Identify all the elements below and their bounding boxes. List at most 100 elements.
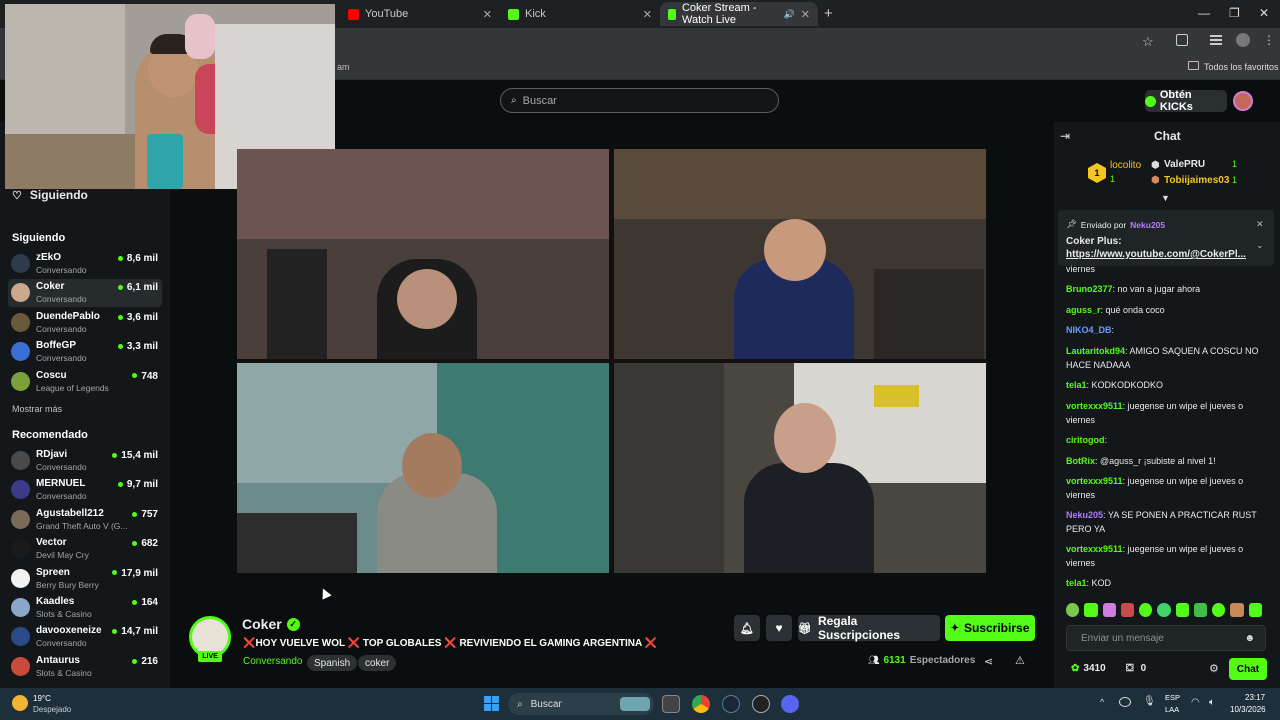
emoji-icon[interactable]: ☻ [1244,633,1255,644]
tray-chevron-icon[interactable]: ^ [1100,697,1104,707]
emote-icon[interactable] [1120,603,1135,617]
subscribe-button[interactable]: ✦ Suscribirse [945,615,1035,641]
sidebar-channel[interactable]: Antaurus Slots & Casino 216 [8,653,162,681]
sidebar-channel[interactable]: BoffeGP Conversando 3,3 mil [8,338,162,366]
taskbar-search[interactable]: ⌕ Buscar [508,693,654,715]
restore-icon[interactable]: ❐ [1229,6,1240,20]
emote-icon[interactable] [1248,603,1262,617]
all-bookmarks[interactable]: Todos los favoritos [1204,62,1279,72]
chrome-icon[interactable] [692,695,710,713]
video-player[interactable] [237,149,987,573]
pinned-link[interactable]: https://www.youtube.com/@CokerPl... [1066,249,1246,260]
chat-username[interactable]: vortexxx9511 [1066,544,1123,554]
sidebar-channel[interactable]: RDjavi Conversando 15,4 mil [8,447,162,475]
chat-input[interactable]: Enviar un mensaje ☻ [1066,625,1266,651]
tray-app-icon[interactable] [1119,697,1131,707]
sidebar-channel[interactable]: Spreen Berry Bury Berry 17,9 mil [8,565,162,593]
weather-icon[interactable] [12,695,28,711]
emote-icon[interactable] [1084,603,1098,617]
channel-name[interactable]: Coker [242,616,282,632]
sidebar-channel[interactable]: MERNUEL Conversando 9,7 mil [8,476,162,504]
unpin-icon[interactable]: ✕ [1256,219,1264,230]
search-input[interactable]: ⌕ Buscar [500,88,779,113]
sidebar-channel[interactable]: Vector Devil May Cry 682 [8,535,162,563]
tab-youtube[interactable]: YouTube ✕ [340,2,500,26]
language-indicator[interactable]: ESP [1165,693,1180,702]
chat-username[interactable]: BotRix [1066,456,1095,466]
chat-username[interactable]: Neku205 [1066,510,1103,520]
top-gifter-name[interactable]: locolito [1110,160,1141,171]
minimize-icon[interactable]: — [1198,6,1210,20]
emote-icon[interactable] [1066,603,1080,617]
chat-username[interactable]: tela1 [1066,578,1087,588]
sidebar-channel[interactable]: davooxeneize Conversando 14,7 mil [8,623,162,651]
sidebar-channel[interactable]: zEkO Conversando 8,6 mil [8,250,162,278]
second-gifter-name[interactable]: ValePRU [1164,159,1205,170]
pinned-user[interactable]: Neku205 [1130,220,1165,230]
emote-icon[interactable] [1230,603,1244,617]
profile-icon[interactable] [1236,33,1250,47]
close-window-icon[interactable]: ✕ [1259,6,1269,20]
windows-start-icon[interactable] [484,696,499,711]
tab-coker-stream[interactable]: Coker Stream - Watch Live 🔊 ✕ [660,2,818,26]
extensions-icon[interactable] [1176,34,1188,46]
following-header[interactable]: ♡ Siguiendo [12,188,88,202]
tag-spanish[interactable]: Spanish [307,655,358,671]
chat-username[interactable]: aguss_r [1066,305,1101,315]
bookmark-star-icon[interactable]: ☆ [1142,34,1154,50]
follow-button[interactable]: ♥ [766,615,792,641]
get-kicks-button[interactable]: Obtén KICKs [1145,89,1227,113]
emote-icon[interactable] [1193,603,1208,617]
third-gifter-name[interactable]: Tobiijaimes03 [1164,175,1229,186]
menu-icon[interactable]: ⋮ [1263,33,1275,47]
collapse-chat-icon[interactable]: ⇥ [1060,129,1070,143]
bookmark-item[interactable]: am [337,62,350,72]
chat-username[interactable]: Lautaritokd94 [1066,346,1125,356]
chevron-down-icon[interactable]: ▼ [1161,193,1170,203]
discord-icon[interactable] [781,695,799,713]
close-tab-icon[interactable]: ✕ [643,8,652,21]
gift-subs-button[interactable]: 🎁︎ Regala Suscripciones [798,614,940,642]
report-icon[interactable]: ⚠ [1015,654,1025,667]
emote-icon[interactable] [1175,603,1189,617]
audio-icon[interactable]: 🔊 [784,9,795,20]
wifi-icon[interactable]: ◠ [1191,697,1200,708]
sidebar-channel[interactable]: DuendePablo Conversando 3,6 mil [8,309,162,337]
chat-username[interactable]: Bruno2377 [1066,284,1113,294]
sidebar-channel[interactable]: Kaadles Slots & Casino 164 [8,594,162,622]
chat-username[interactable]: ciritogod [1066,435,1105,445]
microphone-icon[interactable]: 🎙︎ [1143,696,1156,707]
gift-count[interactable]: ⛋ 0 [1126,663,1146,674]
task-view-icon[interactable] [662,695,680,713]
new-tab-button[interactable]: + [824,5,833,22]
send-chat-button[interactable]: Chat [1229,658,1267,680]
category-link[interactable]: Conversando [243,656,302,667]
tag-coker[interactable]: coker [358,655,397,671]
tab-kick[interactable]: Kick ✕ [500,2,660,26]
chat-username[interactable]: vortexxx9511 [1066,476,1123,486]
sidebar-channel[interactable]: Coscu League of Legends 748 [8,368,162,396]
close-tab-icon[interactable]: ✕ [483,8,492,21]
chevron-down-icon[interactable]: ⌄ [1256,240,1264,251]
emote-icon[interactable] [1212,603,1226,617]
settings-gear-icon[interactable]: ⚙ [1209,662,1219,675]
channel-points[interactable]: ✿ 3410 [1071,663,1106,674]
show-more-link[interactable]: Mostrar más [12,404,62,414]
notification-bell-button[interactable]: 🔔︎ [734,615,760,641]
clock-time[interactable]: 23:17 [1245,693,1265,702]
steam-icon[interactable] [722,695,740,713]
sidebar-channel[interactable]: Coker Conversando 6,1 mil [8,279,162,308]
close-tab-icon[interactable]: ✕ [801,8,810,21]
media-icon[interactable] [1210,35,1222,37]
chat-username[interactable]: NIKO4_DB [1066,325,1112,335]
chat-username[interactable]: tela1 [1066,380,1087,390]
avatar[interactable] [1233,91,1253,111]
emote-icon[interactable] [1102,603,1116,617]
share-icon[interactable]: ⋖ [984,655,993,668]
chat-username[interactable]: vortexxx9511 [1066,401,1123,411]
emote-icon[interactable] [1139,603,1153,617]
emote-icon[interactable] [1157,603,1171,617]
app-icon[interactable] [752,695,770,713]
sidebar-channel[interactable]: Agustabell212 Grand Theft Auto V (G... 757 [8,506,162,534]
volume-icon[interactable]: 🔈︎ [1209,697,1215,708]
